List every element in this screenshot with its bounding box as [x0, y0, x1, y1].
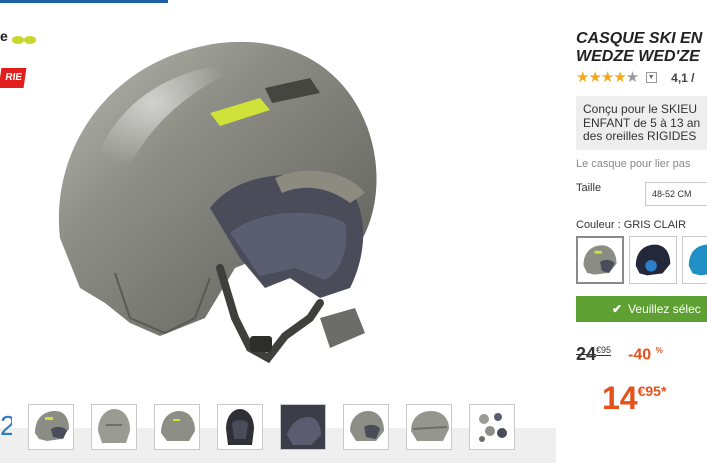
product-subtext: Le casque pour lier pas	[576, 158, 691, 170]
thumbnail-8[interactable]	[469, 404, 515, 450]
product-title-line2: WEDZE WED'ZE	[576, 48, 700, 65]
cta-label: Veuillez sélec	[628, 302, 701, 316]
old-price-cents: €95	[596, 345, 612, 355]
rating-stars: ★★★★★	[576, 69, 639, 86]
check-icon: ✔	[612, 302, 623, 316]
thumbnail-6[interactable]	[343, 404, 389, 450]
product-title-line1: CASQUE SKI EN	[576, 30, 703, 47]
discount-value: -40	[628, 346, 652, 364]
color-label: Couleur : GRIS CLAIR	[576, 219, 687, 231]
rating[interactable]: ★★★★★ ▼ 4,1 /	[576, 68, 695, 86]
main-product-image[interactable]	[20, 18, 560, 388]
new-price-cents: €95*	[637, 383, 667, 399]
svg-text:e: e	[0, 28, 8, 44]
thumbnail-1[interactable]	[28, 404, 74, 450]
color-swatch-navy[interactable]	[629, 236, 677, 284]
size-label: Taille	[576, 182, 602, 194]
discount-unit: %	[655, 346, 663, 355]
thumbnail-3[interactable]	[154, 404, 200, 450]
select-size-button[interactable]: ✔ Veuillez sélec	[576, 296, 707, 322]
description-line3: des oreilles RIGIDES	[583, 129, 697, 143]
size-select[interactable]: 48-52 CM	[645, 182, 707, 206]
thumbnail-5[interactable]	[280, 404, 326, 450]
thumbnail-7[interactable]	[406, 404, 452, 450]
discount: -40 %	[628, 346, 663, 364]
chevron-down-icon[interactable]: ▼	[645, 72, 657, 84]
old-price: 24€95	[576, 344, 611, 365]
product-title: CASQUE SKI EN WEDZE WED'ZE	[576, 30, 707, 66]
color-swatch-blue[interactable]	[682, 236, 707, 284]
old-price-main: 24	[576, 344, 597, 364]
thumbnail-4[interactable]	[217, 404, 263, 450]
new-price-main: 14	[602, 380, 638, 416]
description-line2: ENFANT de 5 à 13 an	[583, 115, 701, 130]
top-accent-bar	[0, 0, 168, 3]
thumbnail-2[interactable]	[91, 404, 137, 450]
description-line1: Conçu pour le SKIEU	[583, 102, 698, 116]
product-description: Conçu pour le SKIEU ENFANT de 5 à 13 an …	[583, 102, 701, 144]
zoom-icon[interactable]: 2°	[0, 404, 12, 448]
new-price: 14€95*	[602, 380, 666, 417]
color-swatch-gris-clair[interactable]	[576, 236, 624, 284]
rating-value: 4,1 /	[671, 70, 695, 85]
